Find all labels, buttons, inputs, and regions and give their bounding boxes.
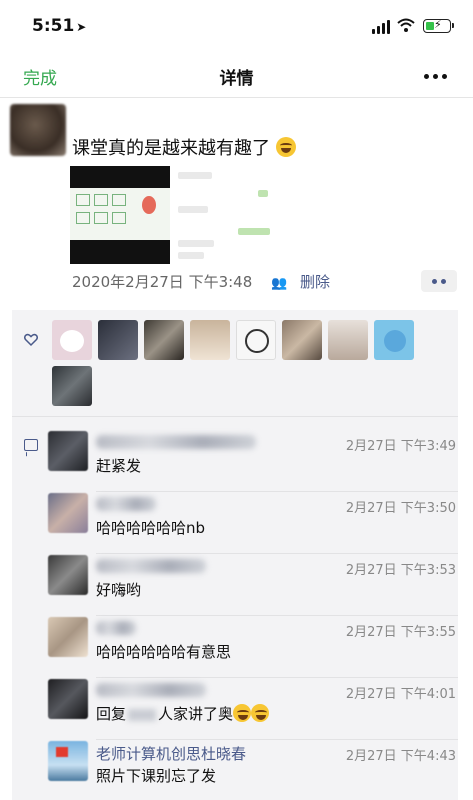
commenter-avatar[interactable] (48, 679, 88, 719)
liker-avatar[interactable] (328, 320, 368, 360)
commenter-avatar[interactable] (48, 741, 88, 781)
phone-screenshot-thumbnail (70, 166, 170, 264)
wifi-icon (397, 18, 415, 32)
comment-text: 哈哈哈哈哈哈有意思 (96, 643, 232, 661)
commenter-name-blurred (96, 559, 206, 573)
liker-avatar[interactable] (190, 320, 230, 360)
smirk-emoji-icon (233, 704, 252, 722)
liker-avatar[interactable] (98, 320, 138, 360)
liker-avatar[interactable] (282, 320, 322, 360)
battery-icon: ⚡ (423, 18, 454, 33)
comment-text: 赶紧发 (96, 457, 142, 475)
cellular-signal-icon (372, 20, 390, 34)
comment-text: 好嗨哟 (96, 581, 142, 599)
comment-time: 2月27日 下午3:49 (345, 439, 456, 454)
comment-row[interactable]: 2月27日 下午3:50 哈哈哈哈哈哈nb (48, 493, 458, 555)
liker-avatar[interactable] (52, 366, 92, 406)
smirk-emoji-icon (251, 704, 270, 722)
mentioned-name-blurred (128, 708, 157, 721)
comment-row[interactable]: 2月27日 下午3:49 赶紧发 (48, 431, 458, 493)
comment-row[interactable]: 2月27日 下午4:01 回复 人家讲了奥 (48, 679, 458, 741)
more-options-icon[interactable] (424, 74, 447, 79)
location-arrow-icon: ➤ (76, 20, 87, 34)
liker-avatar[interactable] (144, 320, 184, 360)
comment-text: 照片下课别忘了发 (96, 767, 217, 785)
heart-icon (24, 333, 38, 347)
comment-text: 回复 人家讲了奥 (96, 703, 270, 724)
post-meta: 2020年2月27日 下午3:48 👥 删除 (72, 271, 330, 292)
post-date: 2020年2月27日 下午3:48 (72, 273, 253, 291)
liker-avatar[interactable] (374, 320, 414, 360)
comment-row[interactable]: 2月27日 下午3:55 哈哈哈哈哈哈有意思 (48, 617, 458, 679)
commenter-name-blurred (96, 683, 206, 697)
comment-icon (24, 439, 38, 451)
page-title: 详情 (219, 69, 254, 89)
nav-bar: 完成 详情 (0, 52, 473, 98)
comment-time: 2月27日 下午4:01 (345, 687, 456, 702)
comment-row[interactable]: 老师计算机创思杜晓春 2月27日 下午4:43 照片下课别忘了发 (48, 741, 458, 800)
status-bar: 5:51 ➤ ⚡ (0, 0, 473, 52)
comments-panel: 2月27日 下午3:49 赶紧发 2月27日 下午3:50 哈哈哈哈哈哈nb 2… (12, 417, 458, 800)
commenter-name-blurred (96, 621, 136, 635)
comment-time: 2月27日 下午4:43 (345, 749, 456, 764)
comment-row[interactable]: 2月27日 下午3:53 好嗨哟 (48, 555, 458, 617)
likes-panel (12, 310, 458, 416)
status-time: 5:51 ➤ (32, 16, 87, 36)
liker-avatar[interactable] (52, 320, 92, 360)
commenter-name[interactable]: 老师计算机创思杜晓春 (96, 743, 246, 764)
commenter-name-blurred (96, 435, 256, 449)
comment-text: 哈哈哈哈哈哈nb (96, 519, 206, 537)
commenter-avatar[interactable] (48, 617, 88, 657)
comment-time: 2月27日 下午3:50 (345, 501, 456, 516)
commenter-name-blurred (96, 497, 156, 511)
liker-avatar[interactable] (236, 320, 276, 360)
post-text: 课堂真的是越来越有趣了 (72, 134, 296, 160)
like-comment-button[interactable] (421, 270, 457, 292)
laughing-emoji-icon (275, 137, 296, 157)
commenter-avatar[interactable] (48, 493, 88, 533)
comment-time: 2月27日 下午3:55 (345, 625, 456, 640)
post-image[interactable] (70, 166, 290, 264)
delete-link[interactable]: 删除 (300, 273, 330, 291)
comment-time: 2月27日 下午3:53 (345, 563, 456, 578)
commenter-avatar[interactable] (48, 555, 88, 595)
visibility-people-icon: 👥 (271, 276, 288, 291)
post-author-avatar[interactable] (10, 104, 66, 156)
commenter-avatar[interactable] (48, 431, 88, 471)
